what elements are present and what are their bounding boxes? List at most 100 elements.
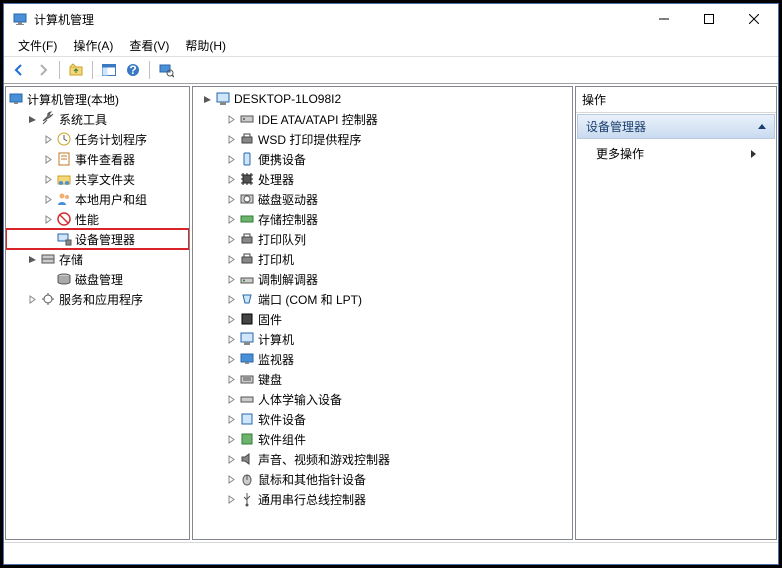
tree-node-root[interactable]: 计算机管理(本地) xyxy=(6,89,189,109)
mouse-icon xyxy=(239,471,255,487)
expander-open-icon[interactable] xyxy=(199,91,215,107)
expander-closed-icon[interactable] xyxy=(223,191,239,207)
expander-closed-icon[interactable] xyxy=(223,471,239,487)
tree-node-storage[interactable]: 存储 xyxy=(6,249,189,269)
device-label: 软件组件 xyxy=(258,431,306,448)
device-node-storage-ctrl[interactable]: 存储控制器 xyxy=(193,209,572,229)
device-node-hid[interactable]: 人体学输入设备 xyxy=(193,389,572,409)
window-title: 计算机管理 xyxy=(34,11,641,28)
tree-node-task-scheduler[interactable]: 任务计划程序 xyxy=(6,129,189,149)
device-node-computer[interactable]: DESKTOP-1LO98I2 xyxy=(193,89,572,109)
device-node-ide[interactable]: IDE ATA/ATAPI 控制器 xyxy=(193,109,572,129)
device-node-sound[interactable]: 声音、视频和游戏控制器 xyxy=(193,449,572,469)
ide-icon xyxy=(239,111,255,127)
device-label: 存储控制器 xyxy=(258,211,318,228)
tree-node-disk-mgmt[interactable]: 磁盘管理 xyxy=(6,269,189,289)
device-node-keyboards[interactable]: 键盘 xyxy=(193,369,572,389)
tree-node-shared-folders[interactable]: 共享文件夹 xyxy=(6,169,189,189)
actions-header: 操作 xyxy=(576,87,776,113)
speaker-icon xyxy=(239,451,255,467)
device-node-usb[interactable]: 通用串行总线控制器 xyxy=(193,489,572,509)
expander-closed-icon[interactable] xyxy=(223,171,239,187)
expander-closed-icon[interactable] xyxy=(223,251,239,267)
close-button[interactable] xyxy=(731,5,776,34)
device-node-modems[interactable]: 调制解调器 xyxy=(193,269,572,289)
expander-closed-icon[interactable] xyxy=(40,151,56,167)
device-node-soft-devices[interactable]: 软件设备 xyxy=(193,409,572,429)
actions-band-device-manager[interactable]: 设备管理器 xyxy=(577,114,775,139)
expander-closed-icon[interactable] xyxy=(223,131,239,147)
menu-file[interactable]: 文件(F) xyxy=(10,35,65,55)
svg-text:?: ? xyxy=(129,63,136,77)
expander-closed-icon[interactable] xyxy=(223,371,239,387)
expander-closed-icon[interactable] xyxy=(223,451,239,467)
expander-closed-icon[interactable] xyxy=(223,351,239,367)
tree-node-device-manager[interactable]: 设备管理器 xyxy=(6,229,189,249)
device-node-soft-components[interactable]: 软件组件 xyxy=(193,429,572,449)
expander-closed-icon[interactable] xyxy=(223,411,239,427)
tree-label: 任务计划程序 xyxy=(75,131,147,148)
expander-open-icon[interactable] xyxy=(24,111,40,127)
device-node-portable[interactable]: 便携设备 xyxy=(193,149,572,169)
expander-closed-icon[interactable] xyxy=(223,231,239,247)
scan-hardware-button[interactable] xyxy=(155,59,177,81)
device-label: 监视器 xyxy=(258,351,294,368)
expander-closed-icon[interactable] xyxy=(223,391,239,407)
performance-icon xyxy=(56,211,72,227)
left-tree-panel[interactable]: 计算机管理(本地) 系统工具 任务计划程序 事件查看器 xyxy=(5,86,190,540)
actions-more-label: 更多操作 xyxy=(596,145,644,162)
expander-closed-icon[interactable] xyxy=(223,211,239,227)
tree-node-local-users[interactable]: 本地用户和组 xyxy=(6,189,189,209)
device-node-mice[interactable]: 鼠标和其他指针设备 xyxy=(193,469,572,489)
expander-closed-icon[interactable] xyxy=(223,311,239,327)
minimize-button[interactable] xyxy=(641,5,686,34)
tree-node-services[interactable]: 服务和应用程序 xyxy=(6,289,189,309)
expander-closed-icon[interactable] xyxy=(223,431,239,447)
expander-closed-icon[interactable] xyxy=(223,291,239,307)
device-node-print-queues[interactable]: 打印队列 xyxy=(193,229,572,249)
menu-action[interactable]: 操作(A) xyxy=(65,35,121,55)
expander-closed-icon[interactable] xyxy=(223,491,239,507)
submenu-arrow-icon xyxy=(751,150,756,158)
expander-open-icon[interactable] xyxy=(24,251,40,267)
expander-closed-icon[interactable] xyxy=(223,151,239,167)
up-button[interactable] xyxy=(65,59,87,81)
device-node-monitors[interactable]: 监视器 xyxy=(193,349,572,369)
device-node-disk-drives[interactable]: 磁盘驱动器 xyxy=(193,189,572,209)
maximize-button[interactable] xyxy=(686,5,731,34)
expander-closed-icon[interactable] xyxy=(40,211,56,227)
show-hide-tree-button[interactable] xyxy=(98,59,120,81)
cpu-icon xyxy=(239,171,255,187)
expander-closed-icon[interactable] xyxy=(223,111,239,127)
device-node-ports[interactable]: 端口 (COM 和 LPT) xyxy=(193,289,572,309)
printer-icon xyxy=(239,251,255,267)
soft-comp-icon xyxy=(239,431,255,447)
titlebar: 计算机管理 xyxy=(4,4,778,34)
menu-help[interactable]: 帮助(H) xyxy=(177,35,234,55)
device-label: 人体学输入设备 xyxy=(258,391,342,408)
device-node-firmware[interactable]: 固件 xyxy=(193,309,572,329)
expander-closed-icon[interactable] xyxy=(40,171,56,187)
console-tree: 计算机管理(本地) 系统工具 任务计划程序 事件查看器 xyxy=(6,87,189,311)
tree-node-performance[interactable]: 性能 xyxy=(6,209,189,229)
expander-closed-icon[interactable] xyxy=(24,291,40,307)
device-node-processors[interactable]: 处理器 xyxy=(193,169,572,189)
forward-button[interactable] xyxy=(32,59,54,81)
expander-closed-icon[interactable] xyxy=(223,331,239,347)
mid-tree-panel[interactable]: DESKTOP-1LO98I2 IDE ATA/ATAPI 控制器 WSD 打印… xyxy=(192,86,573,540)
firmware-icon xyxy=(239,311,255,327)
expander-closed-icon[interactable] xyxy=(40,191,56,207)
device-label: 通用串行总线控制器 xyxy=(258,491,366,508)
tree-node-event-viewer[interactable]: 事件查看器 xyxy=(6,149,189,169)
tree-node-system-tools[interactable]: 系统工具 xyxy=(6,109,189,129)
device-node-printers[interactable]: 打印机 xyxy=(193,249,572,269)
device-node-wsd[interactable]: WSD 打印提供程序 xyxy=(193,129,572,149)
expander-closed-icon[interactable] xyxy=(223,271,239,287)
menu-view[interactable]: 查看(V) xyxy=(121,35,177,55)
help-button[interactable]: ? xyxy=(122,59,144,81)
actions-more[interactable]: 更多操作 xyxy=(576,140,776,167)
expander-closed-icon[interactable] xyxy=(40,131,56,147)
statusbar xyxy=(4,542,778,564)
device-node-computer-cat[interactable]: 计算机 xyxy=(193,329,572,349)
back-button[interactable] xyxy=(8,59,30,81)
